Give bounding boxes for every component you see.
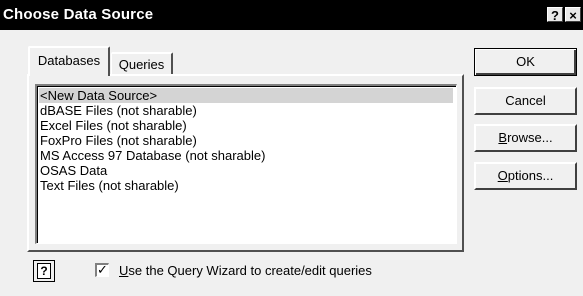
close-icon: × [569,8,577,23]
options-mnemonic: O [497,168,508,183]
choose-data-source-dialog: Choose Data Source ? × Databases Queries… [0,0,583,296]
dialog-title: Choose Data Source [3,6,154,23]
list-item-excel[interactable]: Excel Files (not sharable) [40,118,187,133]
checkmark-icon: ✓ [97,262,108,277]
list-item-new-data-source[interactable]: <New Data Source> [39,88,453,103]
cancel-button[interactable]: Cancel [474,87,577,115]
help-book-icon: ? [37,263,51,279]
tab-databases-label: Databases [37,53,101,68]
list-item-text-files[interactable]: Text Files (not sharable) [40,178,179,193]
options-button[interactable]: Options... [474,162,577,190]
help-glyph: ? [40,264,48,278]
browse-label: rowse... [507,130,553,145]
list-item-ms-access[interactable]: MS Access 97 Database (not sharable) [40,148,265,163]
query-wizard-label-text: se the Query Wizard to create/edit queri… [128,263,372,278]
data-source-list-frame: <New Data Source> dBASE Files (not shara… [37,86,456,243]
help-title-button[interactable]: ? [547,7,563,23]
ok-button[interactable]: OK [474,48,577,76]
browse-mnemonic: B [498,130,508,145]
query-wizard-label[interactable]: Use the Query Wizard to create/edit quer… [119,263,372,278]
help-button[interactable]: ? [33,260,55,282]
title-bar[interactable]: Choose Data Source ? × [0,0,583,30]
browse-button[interactable]: Browse... [474,124,577,152]
data-source-list[interactable]: <New Data Source> dBASE Files (not shara… [35,84,457,244]
list-item-dbase[interactable]: dBASE Files (not sharable) [40,103,197,118]
question-mark-icon: ? [551,8,559,23]
options-label: ptions... [507,168,554,183]
query-wizard-checkbox[interactable]: ✓ [95,262,109,277]
tab-databases[interactable]: Databases [28,46,110,76]
tab-queries-label: Queries [118,57,165,72]
close-button[interactable]: × [565,7,581,23]
list-item-osas[interactable]: OSAS Data [40,163,107,178]
list-item-foxpro[interactable]: FoxPro Files (not sharable) [40,133,197,148]
query-wizard-mnemonic: U [119,263,129,278]
tab-queries[interactable]: Queries [111,52,173,76]
